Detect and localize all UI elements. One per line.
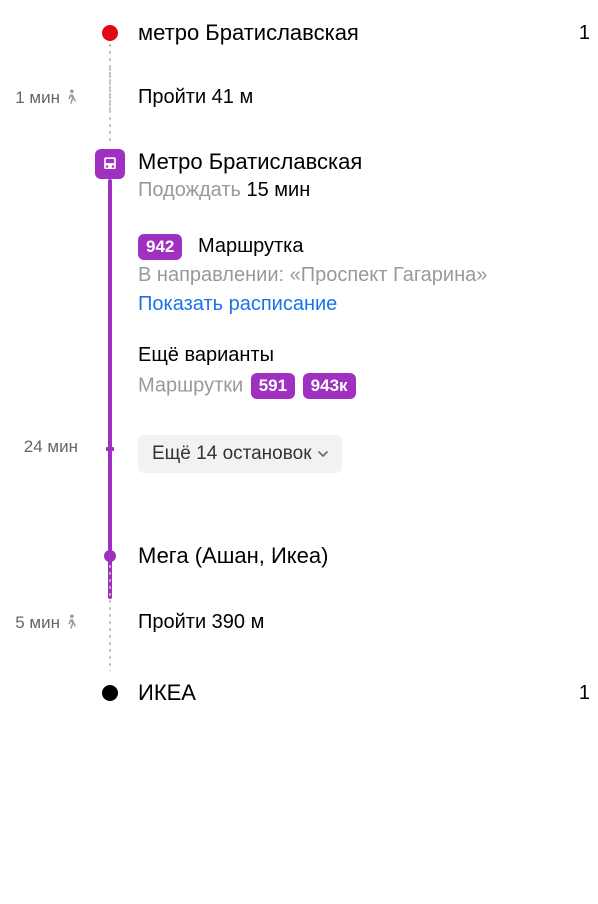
walk1-duration: 1 мин <box>15 88 60 108</box>
route-badge: 942 <box>138 234 182 260</box>
segment-ride: 24 мин Ещё 14 остановок <box>0 435 598 491</box>
walk-icon <box>64 89 78 107</box>
segment-origin: метро Братиславская 1 <box>0 20 598 64</box>
dest-title: ИКЕА <box>138 680 598 706</box>
stops-btn-label: Ещё 14 остановок <box>152 443 312 465</box>
dest-dot-icon <box>102 685 118 701</box>
board-direction: В направлении: «Проспект Гагарина» <box>138 264 598 287</box>
vehicle-type: Маршрутка <box>198 235 304 257</box>
ride-mid-dot-icon <box>106 447 114 451</box>
segment-walk-1: 1 мин Пройти 41 м <box>0 86 598 127</box>
dest-time: 1 <box>579 682 590 705</box>
board-station: Метро Братиславская <box>138 149 598 175</box>
alight-station: Мега (Ашан, Икеа) <box>138 543 598 569</box>
chevron-down-icon <box>318 449 328 459</box>
alt-badge: 943к <box>303 373 356 399</box>
walk2-text: Пройти 390 м <box>138 611 598 634</box>
alt-label: Маршрутки <box>138 374 243 396</box>
segment-alight: Мега (Ашан, Икеа) <box>0 543 598 587</box>
origin-dot-icon <box>102 25 118 41</box>
alight-dot-icon <box>104 550 116 562</box>
ride-duration: 24 мин <box>24 437 78 456</box>
schedule-link[interactable]: Показать расписание <box>138 293 598 316</box>
origin-time: 1 <box>579 22 590 45</box>
walk-icon <box>64 614 78 632</box>
segment-walk-2: 5 мин Пройти 390 м <box>0 611 598 652</box>
alt-title: Ещё варианты <box>138 344 598 367</box>
walk2-duration: 5 мин <box>15 613 60 633</box>
board-route-line: 942 Маршрутка <box>138 234 598 260</box>
bus-stop-icon <box>95 149 125 179</box>
segment-board: Метро Братиславская Подождать 15 мин 942… <box>0 149 598 417</box>
alt-badge: 591 <box>251 373 295 399</box>
segment-dest: ИКЕА 1 <box>0 680 598 724</box>
board-wait: Подождать 15 мин <box>138 179 598 202</box>
origin-title: метро Братиславская <box>138 20 598 46</box>
walk1-text: Пройти 41 м <box>138 86 598 109</box>
alt-routes: Маршрутки 591 943к <box>138 373 598 399</box>
expand-stops-button[interactable]: Ещё 14 остановок <box>138 435 342 473</box>
